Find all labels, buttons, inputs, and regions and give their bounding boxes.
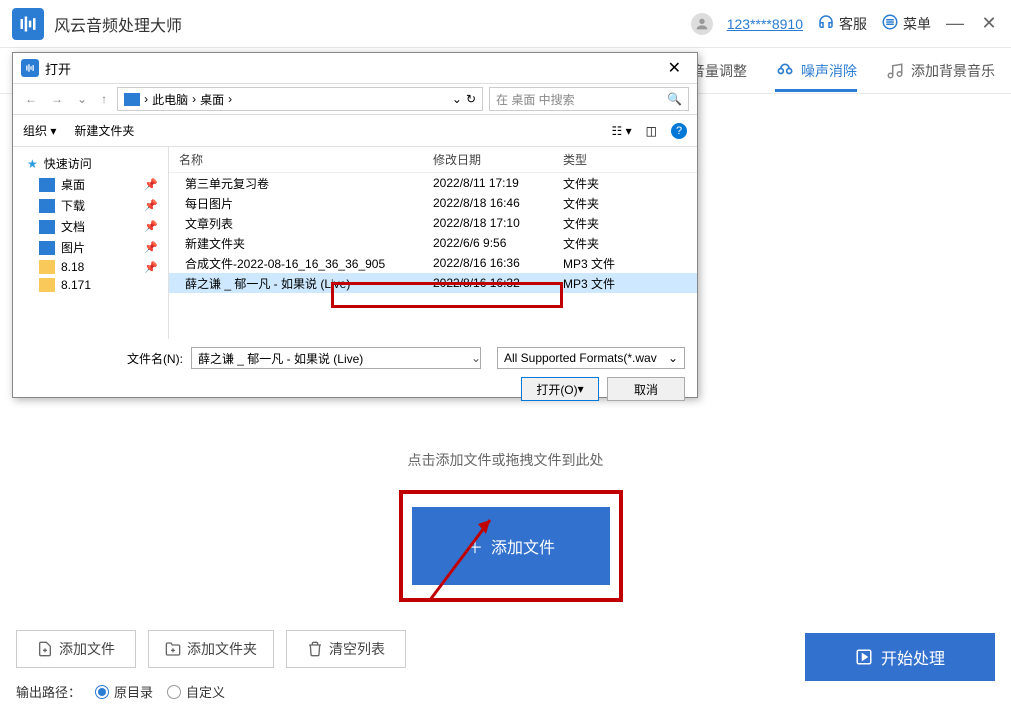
sidebar-folder[interactable]: 8.171 [13,276,168,294]
radio-custom[interactable]: 自定义 [167,682,225,701]
new-folder-btn[interactable]: 新建文件夹 [74,122,134,139]
folder-icon [39,278,55,292]
plus-icon: ＋ [467,534,483,558]
pc-icon [124,93,140,106]
file-row[interactable]: 每日图片2022/8/18 16:46文件夹 [169,193,697,213]
tab-bgm[interactable]: 添加背景音乐 [885,51,995,91]
view-menu[interactable]: ☷ ▾ [612,124,632,138]
pin-icon: 📌 [144,199,158,212]
sidebar-doc[interactable]: 文档📌 [13,216,168,237]
sidebar-pic[interactable]: 图片📌 [13,237,168,258]
file-row[interactable]: 新建文件夹2022/6/6 9:56文件夹 [169,233,697,253]
menu-icon [881,13,899,34]
format-select[interactable]: All Supported Formats(*.wav ⌄ [497,347,685,369]
app-title: 风云音频处理大师 [54,12,691,36]
chevron-down-icon[interactable]: ⌄ [452,92,462,106]
file-row[interactable]: 文章列表2022/8/18 17:10文件夹 [169,213,697,233]
dialog-body: ★快速访问 桌面📌 下载📌 文档📌 图片📌 8.18📌 8.171 名称 修改日… [13,147,697,339]
tab-noise[interactable]: 噪声消除 [775,51,857,91]
support-button[interactable]: 客服 [817,13,867,34]
music-icon [885,61,905,81]
app-icon [12,8,44,40]
refresh-icon[interactable]: ↻ [466,92,476,106]
titlebar: 风云音频处理大师 123****8910 客服 菜单 — ✕ [0,0,1011,48]
dialog-titlebar: 打开 ✕ [13,53,697,83]
username[interactable]: 123****8910 [727,16,803,32]
search-input[interactable]: 在 桌面 中搜索 🔍 [489,87,689,111]
headset-icon [817,13,835,34]
app-icon [21,59,39,77]
path-bar[interactable]: › 此电脑 › 桌面 › ⌄ ↻ [117,87,483,111]
file-row[interactable]: 合成文件-2022-08-16_16_36_36_9052022/8/16 16… [169,253,697,273]
file-header[interactable]: 名称 修改日期 类型 [169,147,697,173]
file-row[interactable]: 第三单元复习卷2022/8/11 17:19文件夹 [169,173,697,193]
radio-icon [95,685,109,699]
add-folder-tool[interactable]: 添加文件夹 [148,630,274,668]
close-button[interactable]: ✕ [979,14,999,34]
preview-toggle[interactable]: ◫ [646,124,657,138]
star-icon: ★ [27,157,38,171]
help-icon[interactable]: ? [671,123,687,139]
folder-plus-icon [165,641,181,657]
pin-icon: 📌 [144,178,158,191]
pic-icon [39,241,55,255]
add-file-highlight: ＋ 添加文件 [399,490,623,602]
add-file-button[interactable]: ＋ 添加文件 [412,507,610,585]
open-button[interactable]: 打开(O) ▾ [521,377,599,401]
radio-icon [167,685,181,699]
nav-forward[interactable]: → [47,92,67,106]
sidebar-desktop[interactable]: 桌面📌 [13,174,168,195]
file-dialog: 打开 ✕ ← → ⌄ ↑ › 此电脑 › 桌面 › ⌄ ↻ 在 桌面 中搜索 🔍… [12,52,698,398]
folder-icon [39,260,55,274]
dialog-close[interactable]: ✕ [660,58,689,78]
dialog-footer: 文件名(N): ⌄ All Supported Formats(*.wav ⌄ … [13,339,697,409]
desktop-icon [39,178,55,192]
output-label: 输出路径： [16,682,81,701]
menu-button[interactable]: 菜单 [881,13,931,34]
file-list: 名称 修改日期 类型 第三单元复习卷2022/8/11 17:19文件夹每日图片… [169,147,697,339]
nav-back[interactable]: ← [21,92,41,106]
add-file-tool[interactable]: 添加文件 [16,630,136,668]
sidebar-folder[interactable]: 8.18📌 [13,258,168,276]
drop-hint: 点击添加文件或拖拽文件到此处 [408,450,604,470]
download-icon [39,199,55,213]
dialog-toolbar: 组织 ▾ 新建文件夹 ☷ ▾ ◫ ? [13,115,697,147]
filename-input[interactable] [191,347,481,369]
file-plus-icon [37,641,53,657]
trash-icon [307,641,323,657]
radio-original[interactable]: 原目录 [95,682,153,701]
sidebar-download[interactable]: 下载📌 [13,195,168,216]
chevron-down-icon[interactable]: ⌄ [471,351,481,365]
pin-icon: 📌 [144,241,158,254]
avatar[interactable] [691,13,713,35]
noise-icon [775,61,795,81]
organize-menu[interactable]: 组织 ▾ [23,122,56,139]
search-icon: 🔍 [667,92,682,106]
nav-dropdown[interactable]: ⌄ [73,92,91,106]
chevron-down-icon: ⌄ [668,351,678,365]
minimize-button[interactable]: — [945,14,965,34]
sidebar-quick-access[interactable]: ★快速访问 [13,153,168,174]
filename-label: 文件名(N): [127,350,183,367]
dialog-sidebar: ★快速访问 桌面📌 下载📌 文档📌 图片📌 8.18📌 8.171 [13,147,169,339]
clear-tool[interactable]: 清空列表 [286,630,406,668]
bottom-bar: 添加文件 添加文件夹 清空列表 开始处理 输出路径： 原目录 自定义 [0,614,1011,717]
pin-icon: 📌 [144,220,158,233]
doc-icon [39,220,55,234]
nav-up[interactable]: ↑ [97,92,111,106]
start-button[interactable]: 开始处理 [805,633,995,681]
dialog-title: 打开 [45,59,71,78]
cancel-button[interactable]: 取消 [607,377,685,401]
pin-icon: 📌 [144,261,158,274]
file-row[interactable]: 薛之谦 _ 郁一凡 - 如果说 (Live)2022/8/16 16:32MP3… [169,273,697,293]
dialog-nav: ← → ⌄ ↑ › 此电脑 › 桌面 › ⌄ ↻ 在 桌面 中搜索 🔍 [13,83,697,115]
play-icon [855,648,873,666]
